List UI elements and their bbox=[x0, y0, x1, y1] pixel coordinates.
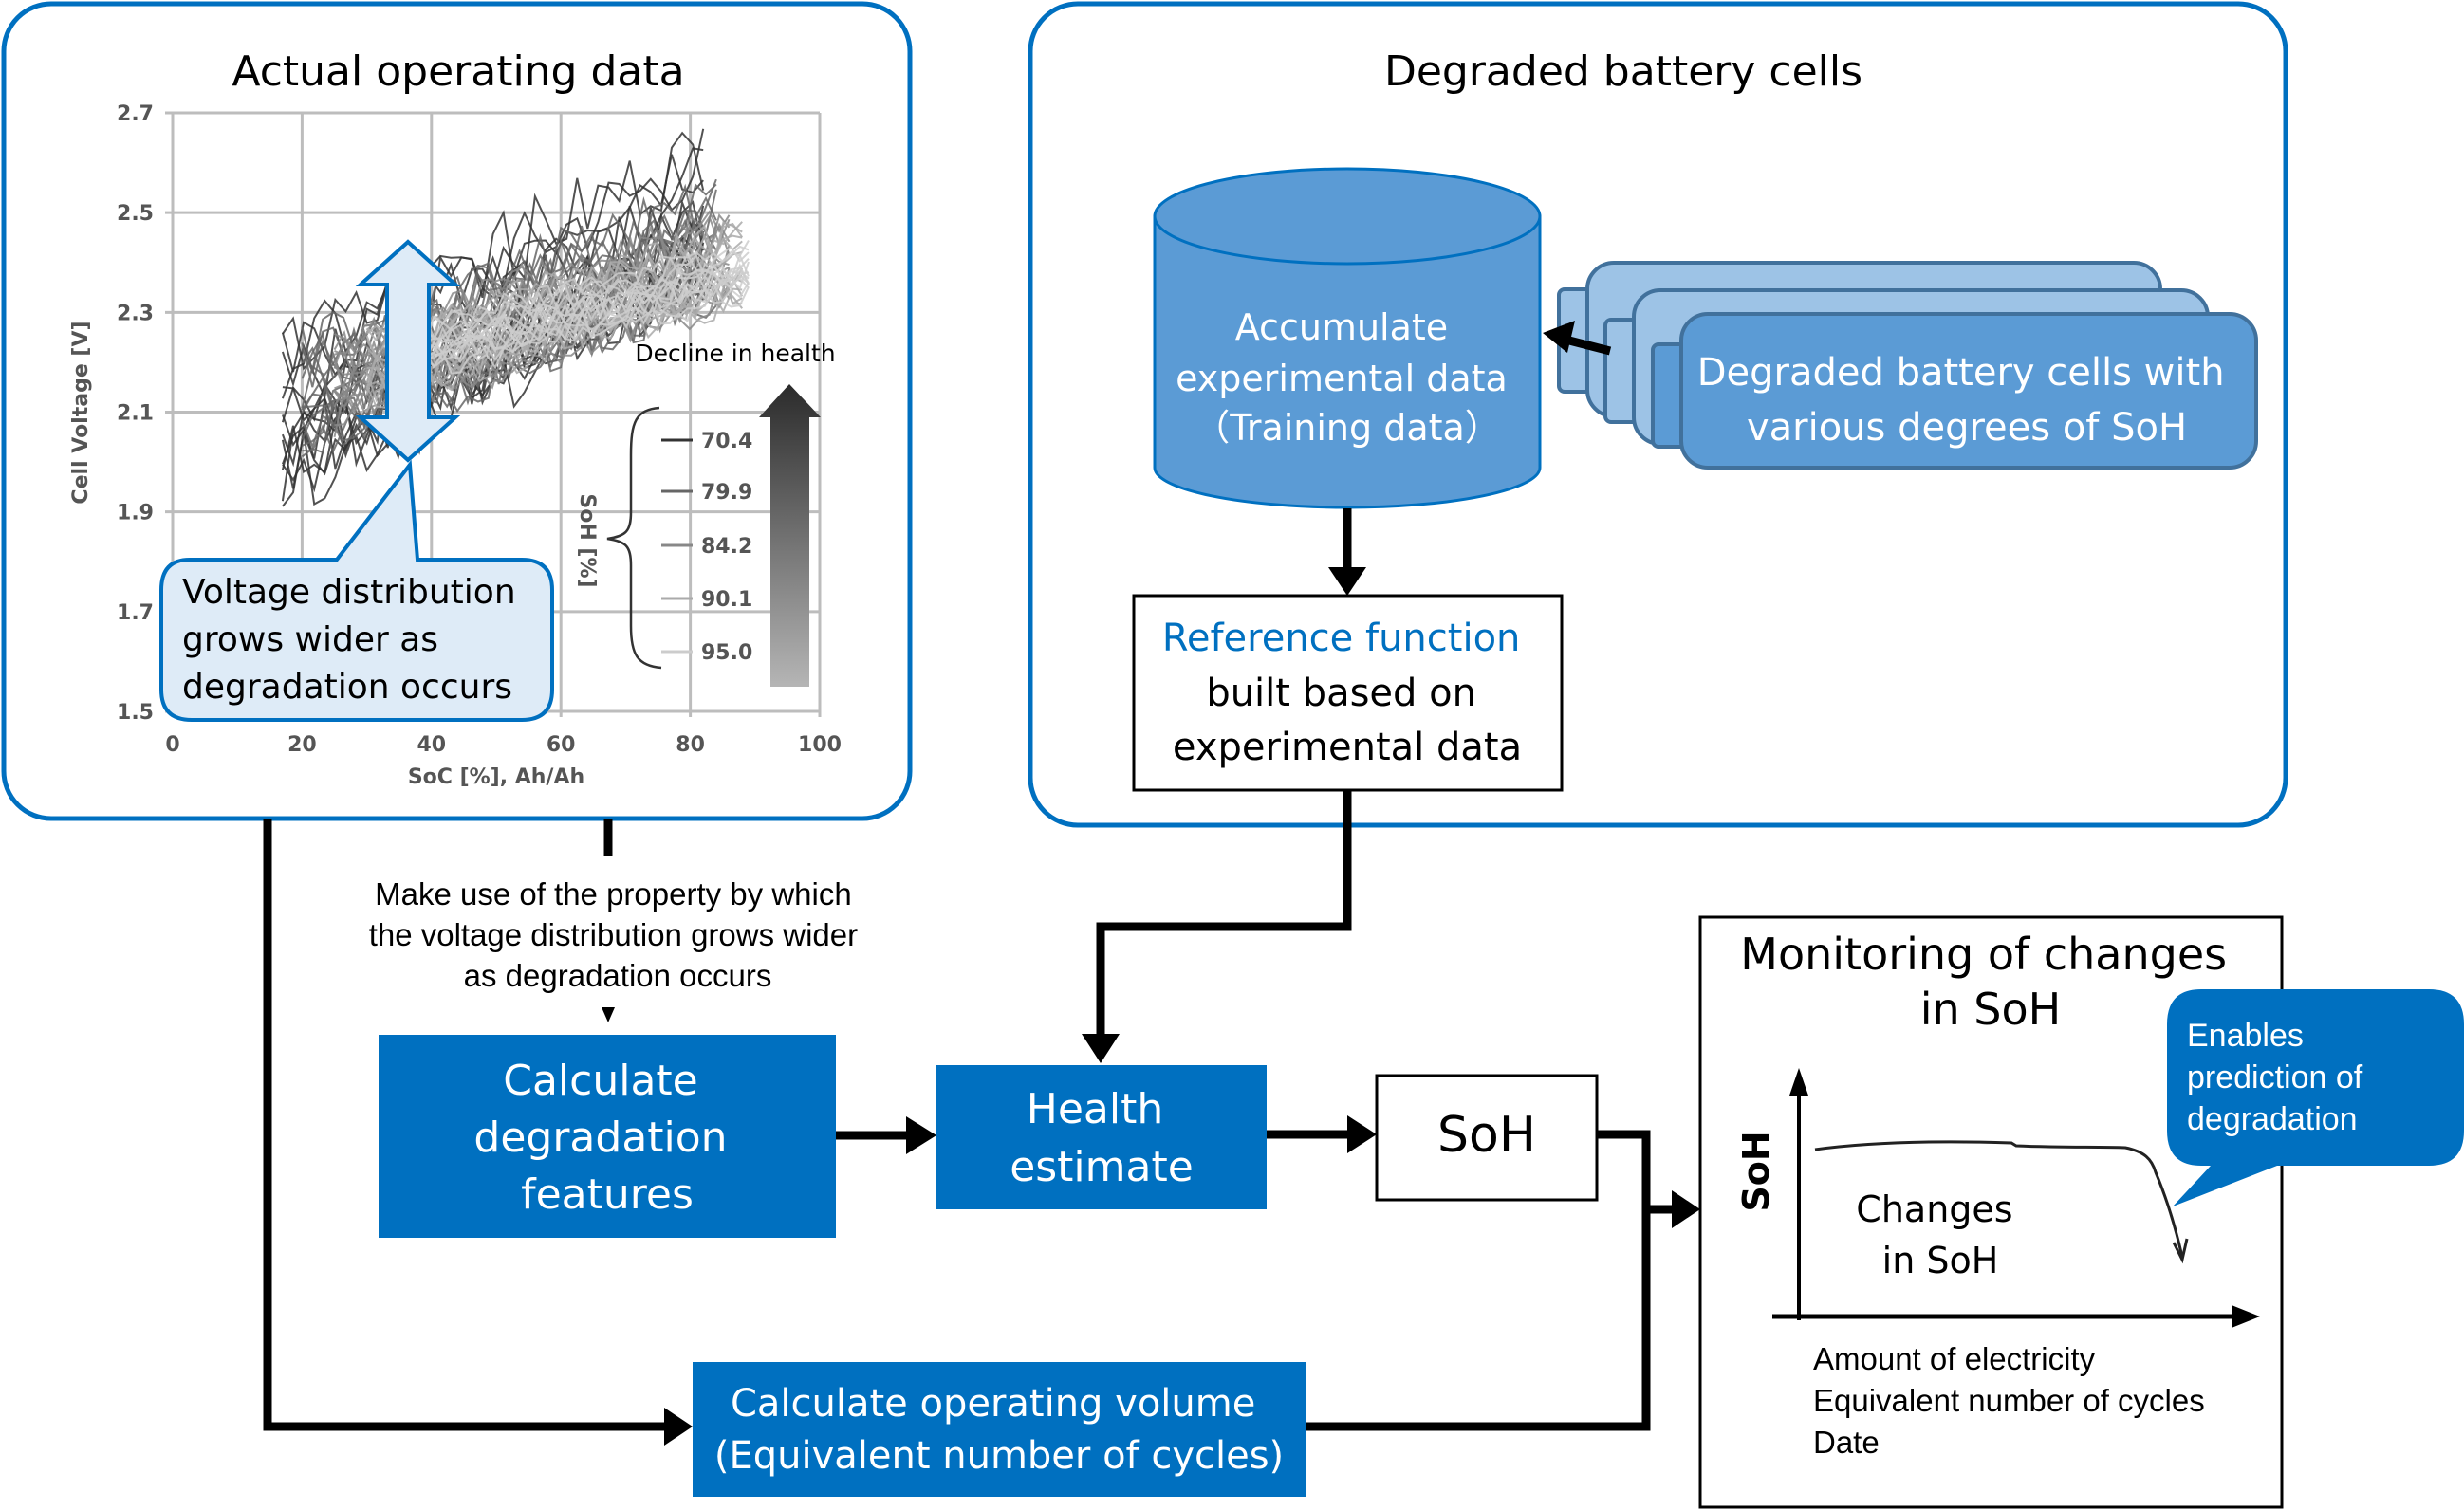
arrowhead-icon bbox=[664, 1408, 693, 1446]
chart-x-tick-label: 60 bbox=[547, 733, 576, 757]
chart-y-tick-label: 1.9 bbox=[117, 502, 154, 525]
chart-x-tick-label: 80 bbox=[676, 733, 705, 757]
chart-y-tick-label: 1.7 bbox=[117, 601, 154, 625]
arrowhead-icon bbox=[602, 1007, 615, 1022]
chart-y-axis-label: Cell Voltage [V] bbox=[69, 321, 93, 504]
battery-cells-stack: Degraded battery cells with various degr… bbox=[1557, 261, 2258, 470]
callout-line-3: degradation occurs bbox=[182, 668, 512, 707]
property-note: Make use of the property by which the vo… bbox=[369, 876, 867, 993]
reference-function-title: Reference function bbox=[1162, 617, 1521, 660]
legend-title: SoH [%] bbox=[575, 493, 599, 587]
left-panel-title: Actual operating data bbox=[232, 47, 684, 96]
database-cylinder-icon bbox=[1153, 167, 1542, 266]
arrowhead-icon bbox=[1672, 1190, 1700, 1228]
chart-y-tick-label: 2.3 bbox=[117, 302, 154, 325]
legend-label: 84.2 bbox=[701, 535, 752, 559]
calc-degradation-features-box: Calculate degradation features bbox=[379, 1035, 836, 1238]
reference-function-text: Reference function built based on experi… bbox=[1162, 617, 1532, 769]
diagram-canvas: Actual operating data 0 20 40 60 80 100 2.7 2.… bbox=[1, 1, 2464, 1509]
soh-box: SoH bbox=[1375, 1074, 1599, 1202]
right-panel: Degraded battery cells Accumulate experi… bbox=[1028, 1, 2288, 828]
callout-line-2: grows wider as bbox=[182, 620, 438, 659]
arrowhead-icon bbox=[1082, 1034, 1120, 1063]
chart-x-tick-label: 0 bbox=[165, 733, 179, 757]
legend-label: 70.4 bbox=[701, 430, 752, 453]
prediction-callout: Enables prediction of degradation bbox=[2167, 989, 2464, 1206]
chart-y-tick-label: 2.5 bbox=[117, 202, 154, 226]
legend-label: 90.1 bbox=[701, 588, 752, 612]
soh-y-axis-label: SoH bbox=[1735, 1131, 1777, 1211]
arrowhead-icon bbox=[1347, 1115, 1377, 1153]
right-panel-title: Degraded battery cells bbox=[1384, 47, 1862, 96]
svg-text:SoH: SoH bbox=[1437, 1107, 1536, 1164]
chart-y-tick-label: 2.7 bbox=[117, 102, 154, 126]
callout-line-1: Voltage distribution bbox=[182, 573, 516, 612]
chart-y-tick-label: 1.5 bbox=[117, 701, 154, 725]
chart-x-tick-label: 20 bbox=[287, 733, 317, 757]
arrowhead-icon bbox=[906, 1116, 936, 1154]
health-estimate-box: Health estimate bbox=[936, 1065, 1267, 1209]
chart-x-tick-label: 100 bbox=[798, 733, 842, 757]
chart-x-axis-label: SoC [%], Ah/Ah bbox=[408, 765, 584, 789]
decline-in-health-label: Decline in health bbox=[635, 340, 835, 367]
calc-operating-volume-box: Calculate operating volume (Equivalent n… bbox=[693, 1362, 1306, 1497]
legend-label: 95.0 bbox=[701, 641, 752, 665]
training-data-database: Accumulate experimental data （Training d… bbox=[1153, 167, 1542, 509]
legend-label: 79.9 bbox=[701, 481, 752, 505]
chart-x-tick-label: 40 bbox=[417, 733, 446, 757]
chart-y-tick-label: 2.1 bbox=[117, 402, 154, 426]
left-panel: Actual operating data 0 20 40 60 80 100 2.7 2.… bbox=[1, 1, 913, 821]
